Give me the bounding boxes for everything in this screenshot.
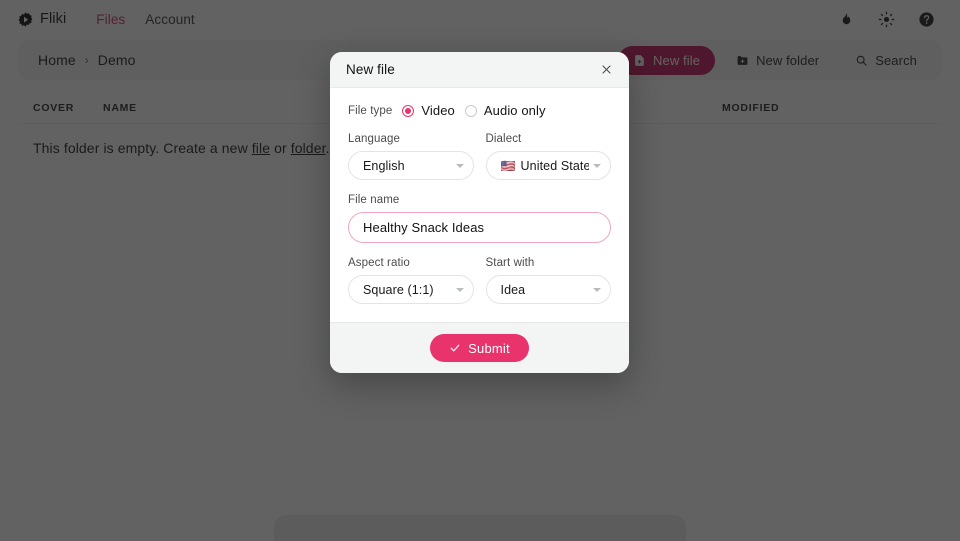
file-name-field: File name [348,194,611,243]
radio-label-audio-only: Audio only [483,103,546,118]
dialog-footer: Submit [330,322,629,373]
aspect-ratio-select[interactable]: Square (1:1) [348,275,474,304]
start-with-select-value: Idea [500,282,526,297]
dialect-field: Dialect 🇺🇸 United States [485,133,611,180]
aspect-ratio-field: Aspect ratio Square (1:1) [348,257,474,304]
radio-label-video: Video [421,103,455,118]
close-icon[interactable] [595,59,617,81]
radio-option-audio-only[interactable]: Audio only [464,103,546,118]
radio-indicator-audio-only [464,104,477,117]
start-with-select[interactable]: Idea [485,275,611,304]
aspect-start-row: Aspect ratio Square (1:1) Start with Ide… [348,257,611,304]
chevron-down-icon [593,163,601,168]
chevron-down-icon [455,287,464,292]
submit-button[interactable]: Submit [430,334,529,362]
radio-indicator-video [402,104,415,117]
chevron-down-icon [593,287,601,292]
new-file-dialog: New file File type Video Audio only Lang… [330,52,629,373]
file-name-label: File name [348,194,400,206]
language-select-value: English [363,158,405,173]
dialog-header: New file [330,52,629,88]
dialog-body: File type Video Audio only Language Engl… [330,88,629,322]
aspect-ratio-label: Aspect ratio [348,257,410,269]
language-label: Language [348,133,400,145]
dialect-select[interactable]: 🇺🇸 United States [485,151,611,180]
radio-option-video[interactable]: Video [402,103,455,118]
start-with-field: Start with Idea [485,257,611,304]
file-type-row: File type Video Audio only [348,103,611,118]
us-flag-icon: 🇺🇸 [500,158,516,173]
language-field: Language English [348,133,474,180]
dialect-label: Dialect [485,133,522,145]
file-type-label: File type [348,104,393,117]
dialog-title: New file [346,62,395,77]
dialect-select-value: United States [520,158,589,173]
language-select[interactable]: English [348,151,474,180]
check-icon [449,342,461,354]
language-dialect-row: Language English Dialect 🇺🇸 United State… [348,133,611,180]
dialect-select-value-wrap: 🇺🇸 United States [501,159,590,173]
chevron-down-icon [455,163,464,168]
submit-button-label: Submit [468,340,510,356]
file-name-input[interactable] [348,212,611,243]
start-with-label: Start with [485,257,535,269]
aspect-ratio-select-value: Square (1:1) [363,282,434,297]
